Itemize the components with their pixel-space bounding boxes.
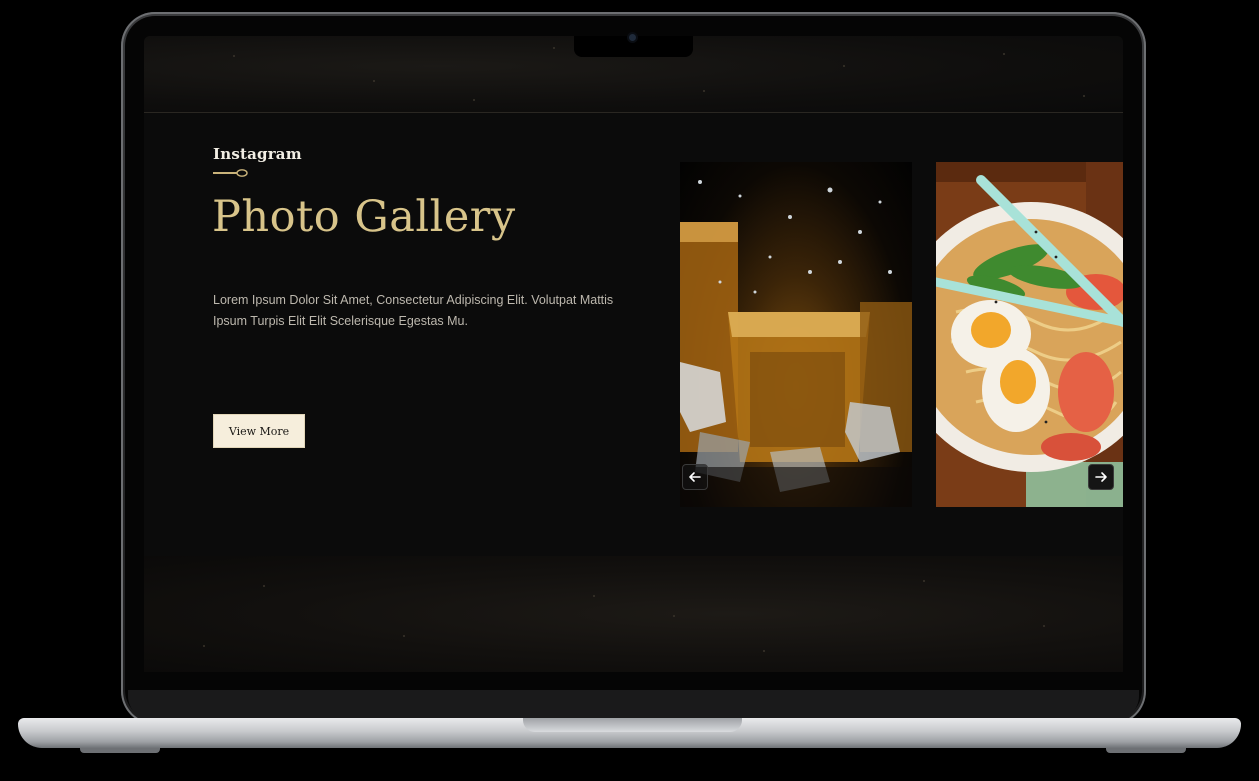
- laptop-base-notch: [523, 718, 742, 732]
- laptop-base: [18, 718, 1241, 748]
- carousel-next-button[interactable]: [1088, 464, 1114, 490]
- footer-texture: [144, 556, 1123, 672]
- view-more-button[interactable]: View More: [213, 414, 305, 448]
- arrow-left-icon: [689, 472, 701, 482]
- section-eyebrow: Instagram: [213, 145, 302, 163]
- carousel-prev-button[interactable]: [682, 464, 708, 490]
- camera-icon: [629, 34, 636, 41]
- laptop-foot-left: [80, 748, 160, 753]
- ramen-bowl-photo[interactable]: [936, 162, 1123, 507]
- arrow-right-icon: [1095, 472, 1107, 482]
- laptop-foot-right: [1106, 748, 1186, 753]
- website-screen: Instagram Photo Gallery Lorem Ipsum Dolo…: [144, 36, 1123, 672]
- page-title: Photo Gallery: [212, 192, 516, 242]
- texture-speckles-bottom: [203, 580, 1045, 652]
- whisky-glasses-photo[interactable]: [680, 162, 912, 507]
- photo-carousel: [680, 162, 1123, 507]
- laptop-chin: [128, 690, 1139, 720]
- whisky-illustration: [680, 180, 912, 507]
- camera-notch: [574, 34, 693, 57]
- section-description: Lorem Ipsum Dolor Sit Amet, Consectetur …: [213, 293, 614, 328]
- spoon-divider-icon: [213, 169, 248, 177]
- ramen-illustration: [936, 162, 1123, 507]
